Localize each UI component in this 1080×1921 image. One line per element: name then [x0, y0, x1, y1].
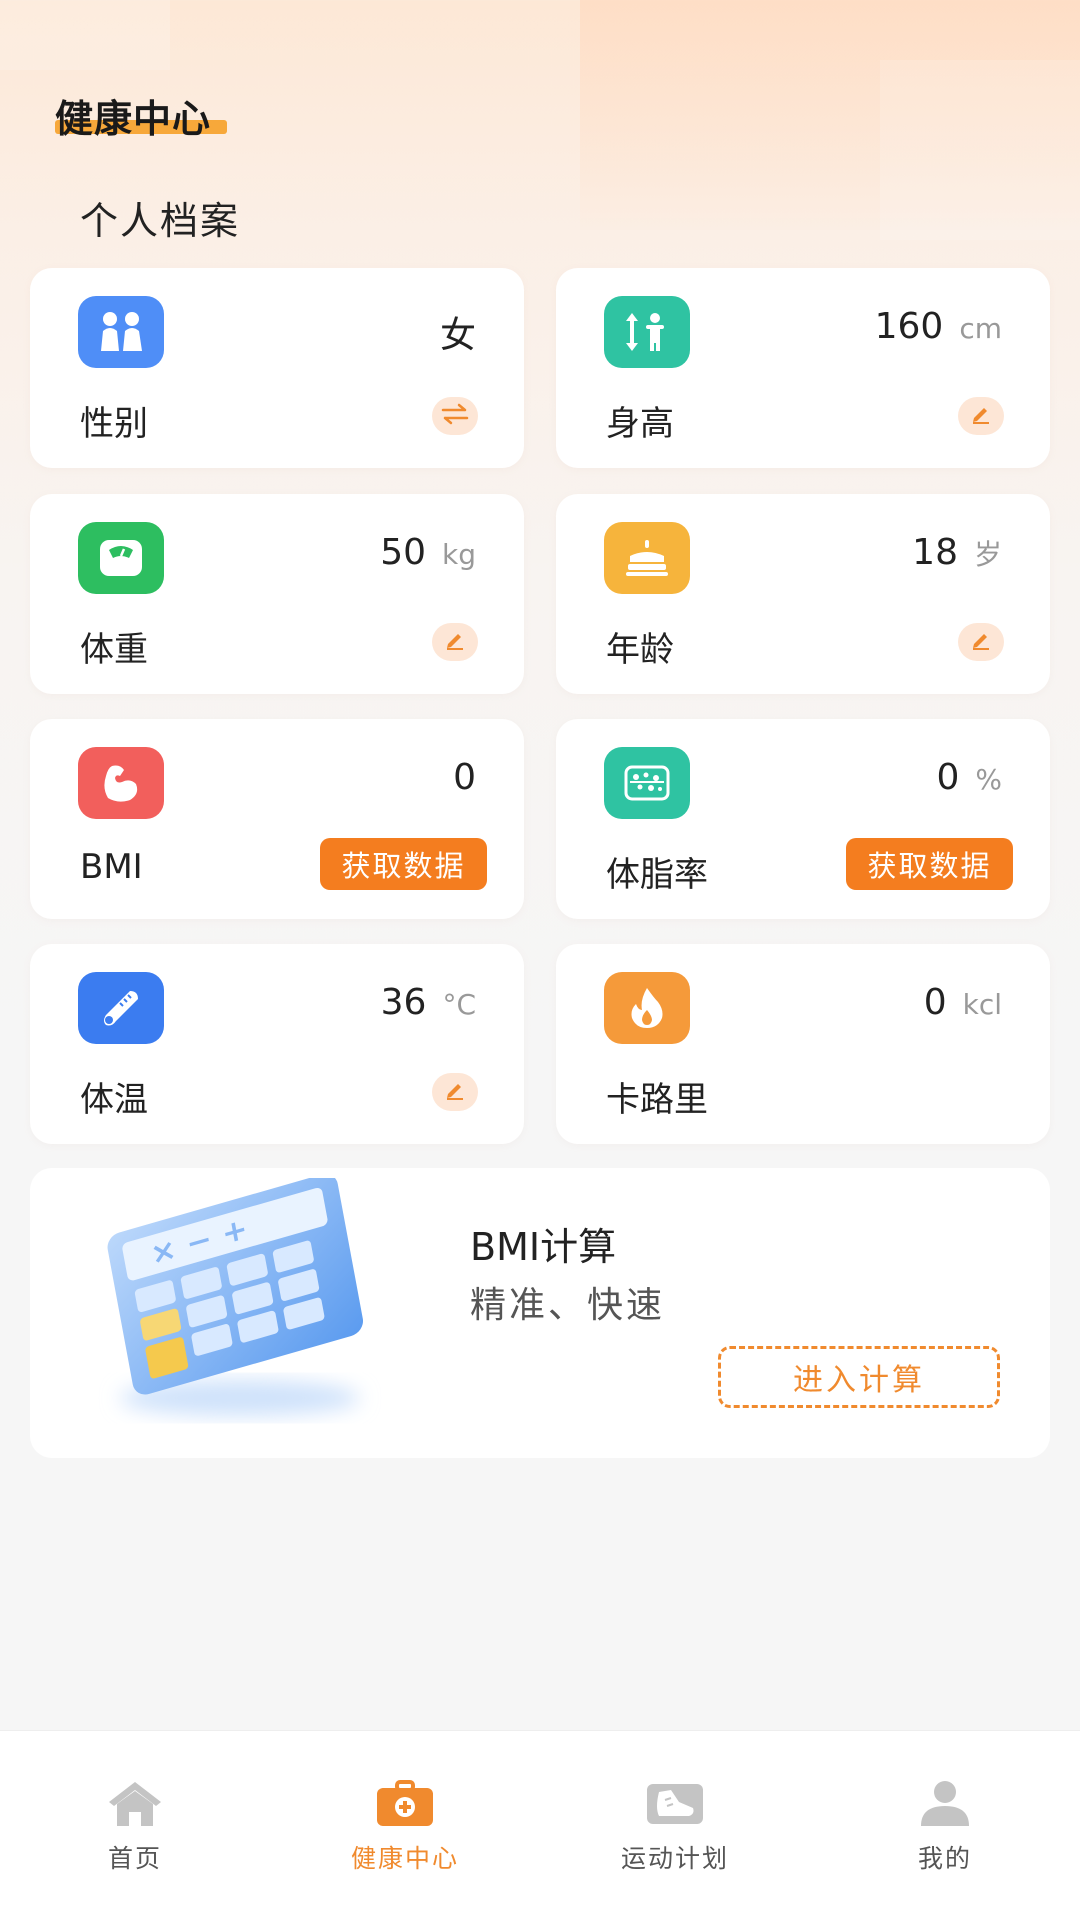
value-row: 0: [453, 757, 476, 798]
bodyfat-value: 0: [936, 757, 960, 798]
thermometer-icon: [78, 972, 164, 1044]
bmi-value: 0: [453, 757, 476, 798]
section-title: 个人档案: [80, 199, 241, 243]
tab-label: 运动计划: [620, 1844, 729, 1873]
gender-value: 女: [439, 315, 476, 356]
value-row: 36 °C: [381, 982, 476, 1023]
edit-weight-button[interactable]: [432, 623, 478, 661]
value-row: 160 cm: [875, 306, 1002, 347]
calculator-icon: × − +: [80, 1173, 400, 1438]
card-height[interactable]: 160 cm 身高: [556, 268, 1050, 468]
temperature-unit: °C: [442, 988, 476, 1021]
tab-home[interactable]: 首页: [0, 1775, 270, 1875]
medical-kit-icon: [373, 1775, 437, 1831]
fetch-bodyfat-button[interactable]: 获取数据: [846, 838, 1013, 890]
calorie-unit: kcl: [962, 988, 1002, 1021]
card-calorie[interactable]: 0 kcl 卡路里: [556, 944, 1050, 1144]
swap-button[interactable]: [432, 397, 478, 435]
edit-temperature-button[interactable]: [432, 1073, 478, 1111]
card-bmi[interactable]: 0 BMI 获取数据: [30, 719, 524, 919]
calorie-label: 卡路里: [606, 1080, 708, 1120]
tab-label: 健康中心: [350, 1844, 459, 1873]
people-icon: [78, 296, 164, 368]
sneaker-icon: [643, 1775, 707, 1831]
bodyfat-unit: %: [975, 763, 1002, 796]
tab-exercise-plan[interactable]: 运动计划: [540, 1775, 810, 1875]
user-icon: [913, 1775, 977, 1831]
card-weight[interactable]: 50 kg 体重: [30, 494, 524, 694]
bodyfat-icon: [604, 747, 690, 819]
bottom-tab-bar: 首页 健康中心 运动计划 我的: [0, 1730, 1080, 1921]
tab-label: 首页: [107, 1844, 162, 1873]
scale-icon: [78, 522, 164, 594]
temperature-label: 体温: [80, 1080, 148, 1120]
edit-height-button[interactable]: [958, 397, 1004, 435]
value-row: 女: [440, 306, 476, 358]
value-row: 0 kcl: [924, 982, 1002, 1023]
home-icon: [103, 1775, 167, 1831]
edit-age-button[interactable]: [958, 623, 1004, 661]
temperature-value: 36: [380, 982, 427, 1023]
bmi-calculator-banner[interactable]: × − + BMI计算 精准、快速 进入计算: [30, 1168, 1050, 1458]
tab-health-center[interactable]: 健康中心: [270, 1775, 540, 1875]
edit-icon: [970, 630, 992, 654]
age-unit: 岁: [973, 538, 1002, 571]
age-value: 18: [912, 532, 958, 573]
edit-icon: [444, 630, 466, 654]
cake-icon: [604, 522, 690, 594]
enter-calculation-button[interactable]: 进入计算: [718, 1346, 1000, 1408]
age-label: 年龄: [606, 630, 674, 670]
bmi-banner-title: BMI计算: [470, 1225, 617, 1269]
value-row: 50 kg: [380, 532, 476, 573]
card-temperature[interactable]: 36 °C 体温: [30, 944, 524, 1144]
height-value: 160: [874, 306, 944, 347]
background-decoration: [0, 0, 170, 70]
bmi-banner-subtitle: 精准、快速: [470, 1285, 666, 1326]
height-unit: cm: [959, 312, 1002, 345]
weight-label: 体重: [80, 630, 148, 670]
background-decoration: [880, 60, 1080, 240]
card-bodyfat[interactable]: 0 % 体脂率 获取数据: [556, 719, 1050, 919]
swap-icon: [440, 403, 470, 429]
value-row: 0 %: [936, 757, 1002, 798]
muscle-icon: [78, 747, 164, 819]
weight-unit: kg: [442, 538, 476, 571]
value-row: 18 岁: [912, 532, 1002, 573]
edit-icon: [970, 404, 992, 428]
bmi-label: BMI: [80, 847, 143, 887]
card-gender[interactable]: 女 性别: [30, 268, 524, 468]
tab-mine[interactable]: 我的: [810, 1775, 1080, 1875]
gender-label: 性别: [80, 404, 148, 444]
fetch-bmi-button[interactable]: 获取数据: [320, 838, 487, 890]
calorie-value: 0: [923, 982, 947, 1023]
tab-label: 我的: [917, 1844, 972, 1873]
card-age[interactable]: 18 岁 年龄: [556, 494, 1050, 694]
flame-icon: [604, 972, 690, 1044]
weight-value: 50: [380, 532, 426, 573]
bodyfat-label: 体脂率: [606, 855, 708, 895]
height-label: 身高: [606, 404, 674, 444]
edit-icon: [444, 1080, 466, 1104]
page-title: 健康中心: [55, 97, 212, 141]
height-icon: [604, 296, 690, 368]
